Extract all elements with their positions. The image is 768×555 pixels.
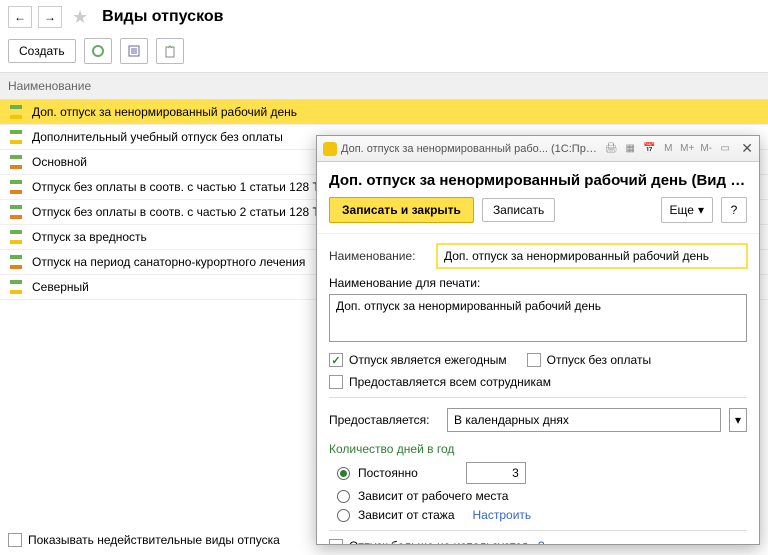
grid-column-header[interactable]: Наименование bbox=[0, 73, 768, 100]
days-input[interactable] bbox=[466, 462, 526, 484]
nav-forward-button[interactable]: → bbox=[38, 6, 62, 28]
workplace-radio-label: Зависит от рабочего места bbox=[358, 489, 508, 503]
row-label: Основной bbox=[32, 155, 87, 169]
calc-icon[interactable]: ▦ bbox=[622, 141, 638, 157]
show-inactive-checkbox[interactable] bbox=[8, 533, 22, 547]
export-icon[interactable] bbox=[156, 38, 184, 64]
more-button[interactable]: Еще▾ bbox=[661, 197, 713, 223]
refresh-icon[interactable] bbox=[84, 38, 112, 64]
configure-link[interactable]: Настроить bbox=[473, 508, 532, 522]
not-used-checkbox[interactable] bbox=[329, 539, 343, 544]
row-label: Отпуск без оплаты в соотв. с частью 1 ст… bbox=[32, 180, 347, 194]
row-label: Отпуск без оплаты в соотв. с частью 2 ст… bbox=[32, 205, 347, 219]
constant-radio[interactable] bbox=[337, 467, 350, 480]
leave-type-icon bbox=[8, 155, 24, 169]
page-title: Виды отпусков bbox=[102, 8, 223, 26]
provided-select[interactable]: В календарных днях bbox=[447, 408, 721, 432]
annual-checkbox[interactable] bbox=[329, 353, 343, 367]
leave-type-icon bbox=[8, 180, 24, 194]
name-input[interactable] bbox=[437, 244, 747, 268]
name-label: Наименование: bbox=[329, 249, 429, 263]
chevron-down-icon: ▾ bbox=[698, 203, 704, 217]
tenure-radio[interactable] bbox=[337, 509, 350, 522]
row-label: Дополнительный учебный отпуск без оплаты bbox=[32, 130, 283, 144]
annual-label: Отпуск является ежегодным bbox=[349, 353, 507, 367]
calendar-icon[interactable]: 📅 bbox=[641, 141, 657, 157]
row-label: Северный bbox=[32, 280, 89, 294]
help-icon[interactable]: ? bbox=[538, 539, 545, 544]
leave-type-icon bbox=[8, 255, 24, 269]
m-plus-icon[interactable]: M+ bbox=[679, 141, 695, 157]
list-icon[interactable] bbox=[120, 38, 148, 64]
nav-back-button[interactable]: ← bbox=[8, 6, 32, 28]
row-label: Отпуск за вредность bbox=[32, 230, 147, 244]
provided-label: Предоставляется: bbox=[329, 413, 439, 427]
days-group-label: Количество дней в год bbox=[329, 442, 747, 456]
row-label: Отпуск на период санаторно-курортного ле… bbox=[32, 255, 305, 269]
print-icon[interactable]: 🖨 bbox=[603, 141, 619, 157]
leave-type-icon bbox=[8, 205, 24, 219]
print-name-label: Наименование для печати: bbox=[329, 276, 747, 290]
unpaid-checkbox[interactable] bbox=[527, 353, 541, 367]
dialog-heading: Доп. отпуск за ненормированный рабочий д… bbox=[317, 162, 759, 197]
not-used-label: Отпуск больше не используется bbox=[349, 539, 528, 544]
leave-type-icon bbox=[8, 130, 24, 144]
all-staff-checkbox[interactable] bbox=[329, 375, 343, 389]
window-icon[interactable]: ▭ bbox=[717, 141, 733, 157]
dialog-titlebar-text: Доп. отпуск за ненормированный рабо... (… bbox=[341, 143, 599, 155]
leave-type-icon bbox=[8, 230, 24, 244]
constant-radio-label: Постоянно bbox=[358, 466, 418, 480]
row-label: Доп. отпуск за ненормированный рабочий д… bbox=[32, 105, 297, 119]
show-inactive-label: Показывать недействительные виды отпуска bbox=[28, 533, 280, 547]
leave-type-icon bbox=[8, 280, 24, 294]
favorite-icon[interactable]: ★ bbox=[72, 7, 88, 28]
select-dropdown-button[interactable]: ▾ bbox=[729, 408, 747, 432]
save-close-button[interactable]: Записать и закрыть bbox=[329, 197, 474, 223]
m-minus-icon[interactable]: M- bbox=[698, 141, 714, 157]
help-button[interactable]: ? bbox=[721, 197, 747, 223]
table-row[interactable]: Доп. отпуск за ненормированный рабочий д… bbox=[0, 100, 768, 125]
m-icon[interactable]: M bbox=[660, 141, 676, 157]
write-button[interactable]: Записать bbox=[482, 198, 555, 222]
unpaid-label: Отпуск без оплаты bbox=[547, 353, 651, 367]
print-name-textarea[interactable] bbox=[329, 294, 747, 342]
close-icon[interactable]: ✕ bbox=[741, 140, 753, 157]
create-button[interactable]: Создать bbox=[8, 39, 76, 63]
workplace-radio[interactable] bbox=[337, 490, 350, 503]
all-staff-label: Предоставляется всем сотрудникам bbox=[349, 375, 551, 389]
tenure-radio-label: Зависит от стажа bbox=[358, 508, 455, 522]
leave-type-dialog: Доп. отпуск за ненормированный рабо... (… bbox=[316, 135, 760, 545]
app-logo-icon bbox=[323, 142, 337, 156]
leave-type-icon bbox=[8, 105, 24, 119]
